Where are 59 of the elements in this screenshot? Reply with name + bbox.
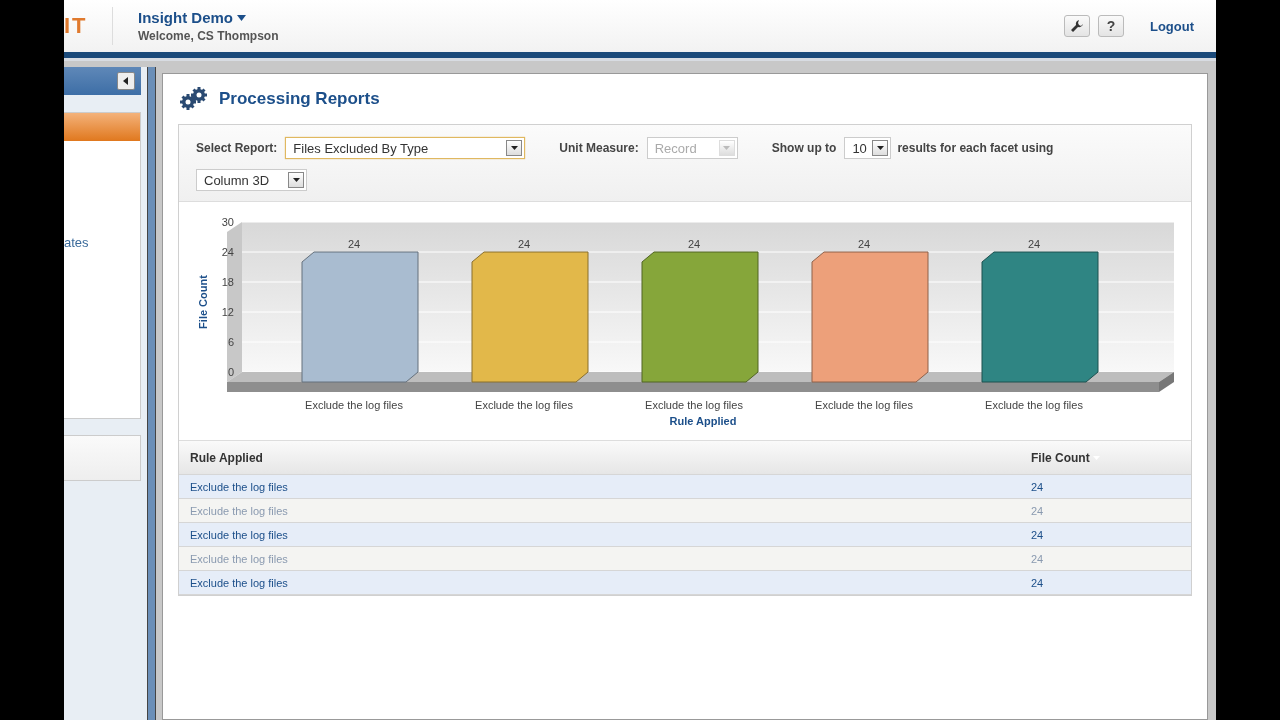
column-header[interactable]: File Count — [1031, 450, 1090, 465]
table-cell: Exclude the log files — [190, 480, 288, 493]
filter-label: Unit Measure: — [559, 141, 639, 155]
welcome-text: Welcome, CS Thompson — [138, 29, 279, 43]
axis-tick-label: 12 — [221, 306, 234, 318]
axis-tick-label: 0 — [227, 366, 234, 378]
axis-tick-label: 24 — [221, 246, 234, 258]
table-cell: Exclude the log files — [190, 528, 288, 541]
dropdown[interactable]: Files Excluded By Type — [285, 137, 526, 159]
table-cell: 24 — [1031, 576, 1044, 589]
data-label: 24 — [857, 238, 871, 250]
table-row[interactable]: Exclude the log files 24 — [179, 571, 1191, 595]
logout-link[interactable]: Logout — [1149, 18, 1194, 34]
sidebar-link[interactable]: ates — [64, 235, 140, 250]
workspace-dropdown[interactable]: Insight Demo — [138, 9, 279, 26]
table-cell: Exclude the log files — [190, 504, 288, 517]
category-label: Exclude the log files — [305, 399, 403, 411]
table-row[interactable]: Exclude the log files 24 — [179, 475, 1191, 499]
logo-text: IT — [64, 13, 89, 39]
table-cell: Exclude the log files — [190, 576, 288, 589]
wrench-icon — [1069, 19, 1084, 33]
x-axis-title: Rule Applied — [669, 415, 737, 427]
help-button[interactable]: ? — [1097, 15, 1124, 37]
data-label: 24 — [347, 238, 361, 250]
chart-floor-side — [1159, 372, 1174, 392]
category-label: Exclude the log files — [645, 399, 743, 411]
table-cell: 24 — [1031, 480, 1044, 493]
category-label: Exclude the log files — [475, 399, 573, 411]
table-cell: Exclude the log files — [190, 552, 288, 565]
axis-tick-label: 18 — [221, 276, 234, 288]
tools-button[interactable] — [1063, 15, 1090, 37]
table-cell: 24 — [1031, 552, 1044, 565]
page-title: Processing Reports — [219, 89, 380, 109]
filter-label: Select Report: — [196, 141, 278, 155]
axis-tick-label: 6 — [227, 336, 234, 348]
filter-label: Show up to — [771, 141, 837, 155]
table-row[interactable]: Exclude the log files 24 — [179, 523, 1191, 547]
category-label: Exclude the log files — [815, 399, 913, 411]
dropdown-arrow-icon — [510, 146, 518, 150]
y-axis-title: File Count — [197, 275, 209, 329]
gears-icon — [179, 87, 209, 111]
data-label: 24 — [687, 238, 701, 250]
dropdown-arrow-icon — [876, 146, 884, 150]
collapse-button[interactable] — [116, 72, 135, 90]
dropdown[interactable]: Column 3D — [196, 169, 307, 191]
filter-label: results for each facet using — [897, 141, 1054, 155]
category-label: Exclude the log files — [985, 399, 1083, 411]
caret-icon — [237, 14, 246, 21]
data-label: 24 — [1027, 238, 1041, 250]
dropdown[interactable]: 10 — [844, 137, 892, 159]
dropdown-arrow-icon — [292, 178, 300, 182]
table-cell: 24 — [1031, 528, 1044, 541]
left-arrow-icon — [122, 77, 129, 85]
column-header[interactable]: Rule Applied — [190, 450, 263, 465]
data-label: 24 — [517, 238, 531, 250]
axis-tick-label: 30 — [221, 216, 234, 228]
dropdown-arrow-icon — [723, 146, 731, 150]
splitter-bar[interactable] — [146, 67, 156, 720]
table-cell: 24 — [1031, 504, 1044, 517]
